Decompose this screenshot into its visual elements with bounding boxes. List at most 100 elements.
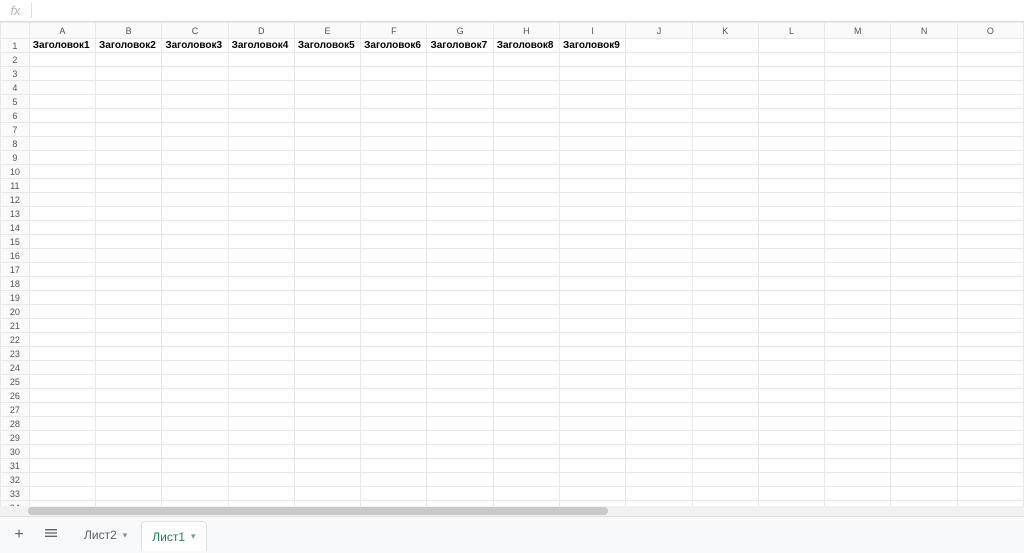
cell[interactable] [427, 459, 493, 473]
cell[interactable] [361, 417, 427, 431]
horizontal-scrollbar[interactable] [0, 506, 1024, 516]
add-sheet-button[interactable]: + [4, 520, 34, 550]
cell[interactable] [228, 67, 294, 81]
cell[interactable] [758, 179, 824, 193]
cell[interactable] [162, 165, 228, 179]
cell[interactable] [493, 151, 559, 165]
cell[interactable] [957, 193, 1023, 207]
cell[interactable] [361, 263, 427, 277]
column-header[interactable]: G [427, 23, 493, 39]
cell[interactable] [758, 319, 824, 333]
cell[interactable] [493, 277, 559, 291]
cell[interactable] [758, 39, 824, 53]
cell[interactable] [29, 487, 95, 501]
cell[interactable] [427, 53, 493, 67]
cell[interactable] [162, 235, 228, 249]
cell[interactable] [228, 193, 294, 207]
cell[interactable] [692, 207, 758, 221]
cell[interactable] [228, 459, 294, 473]
cell[interactable] [891, 417, 957, 431]
cell[interactable] [29, 81, 95, 95]
cell[interactable] [228, 109, 294, 123]
cell[interactable] [825, 333, 891, 347]
cell[interactable] [891, 95, 957, 109]
cell[interactable] [294, 347, 360, 361]
cell[interactable] [294, 109, 360, 123]
cell[interactable] [361, 109, 427, 123]
cell[interactable] [891, 137, 957, 151]
cell[interactable] [29, 235, 95, 249]
row-header[interactable]: 27 [1, 403, 30, 417]
cell[interactable] [294, 165, 360, 179]
cell[interactable] [29, 389, 95, 403]
cell[interactable] [692, 431, 758, 445]
cell[interactable] [891, 221, 957, 235]
cell[interactable] [692, 361, 758, 375]
cell[interactable] [560, 487, 626, 501]
cell[interactable] [560, 67, 626, 81]
row-header[interactable]: 11 [1, 179, 30, 193]
cell[interactable] [957, 291, 1023, 305]
cell[interactable] [825, 235, 891, 249]
cell[interactable] [758, 305, 824, 319]
cell[interactable] [162, 221, 228, 235]
cell[interactable] [427, 193, 493, 207]
cell[interactable] [957, 207, 1023, 221]
cell[interactable] [361, 375, 427, 389]
cell[interactable] [493, 179, 559, 193]
cell[interactable] [758, 165, 824, 179]
cell[interactable] [294, 459, 360, 473]
cell[interactable] [162, 375, 228, 389]
cell[interactable] [162, 109, 228, 123]
cell[interactable] [560, 137, 626, 151]
cell[interactable] [427, 221, 493, 235]
cell[interactable] [626, 473, 692, 487]
cell[interactable] [957, 277, 1023, 291]
cell[interactable] [96, 67, 162, 81]
cell[interactable]: Заголовок7 [427, 39, 493, 53]
cell[interactable] [493, 193, 559, 207]
cell[interactable] [294, 277, 360, 291]
cell[interactable] [692, 487, 758, 501]
cell[interactable] [692, 39, 758, 53]
cell[interactable] [427, 95, 493, 109]
cell[interactable] [891, 109, 957, 123]
cell[interactable] [758, 95, 824, 109]
cell[interactable]: Заголовок8 [493, 39, 559, 53]
cell[interactable] [626, 305, 692, 319]
cell[interactable] [891, 459, 957, 473]
cell[interactable] [626, 487, 692, 501]
cell[interactable] [825, 263, 891, 277]
cell[interactable] [162, 151, 228, 165]
row-header[interactable]: 30 [1, 445, 30, 459]
cell[interactable] [891, 81, 957, 95]
cell[interactable] [758, 291, 824, 305]
cell[interactable] [758, 417, 824, 431]
cell[interactable] [758, 67, 824, 81]
cell[interactable] [294, 81, 360, 95]
cell[interactable] [361, 431, 427, 445]
cell[interactable] [228, 473, 294, 487]
cell[interactable] [162, 319, 228, 333]
cell[interactable] [825, 375, 891, 389]
cell[interactable] [427, 431, 493, 445]
cell[interactable] [626, 221, 692, 235]
cell[interactable] [891, 375, 957, 389]
cell[interactable] [957, 53, 1023, 67]
cell[interactable] [626, 389, 692, 403]
cell[interactable] [96, 53, 162, 67]
row-header[interactable]: 6 [1, 109, 30, 123]
column-header[interactable]: I [560, 23, 626, 39]
cell[interactable] [294, 375, 360, 389]
cell[interactable] [493, 53, 559, 67]
cell[interactable] [96, 459, 162, 473]
cell[interactable] [228, 207, 294, 221]
cell[interactable] [162, 95, 228, 109]
cell[interactable] [162, 277, 228, 291]
cell[interactable] [361, 277, 427, 291]
cell[interactable] [361, 459, 427, 473]
cell[interactable] [294, 333, 360, 347]
cell[interactable] [692, 333, 758, 347]
cell[interactable] [560, 445, 626, 459]
cell[interactable] [957, 347, 1023, 361]
